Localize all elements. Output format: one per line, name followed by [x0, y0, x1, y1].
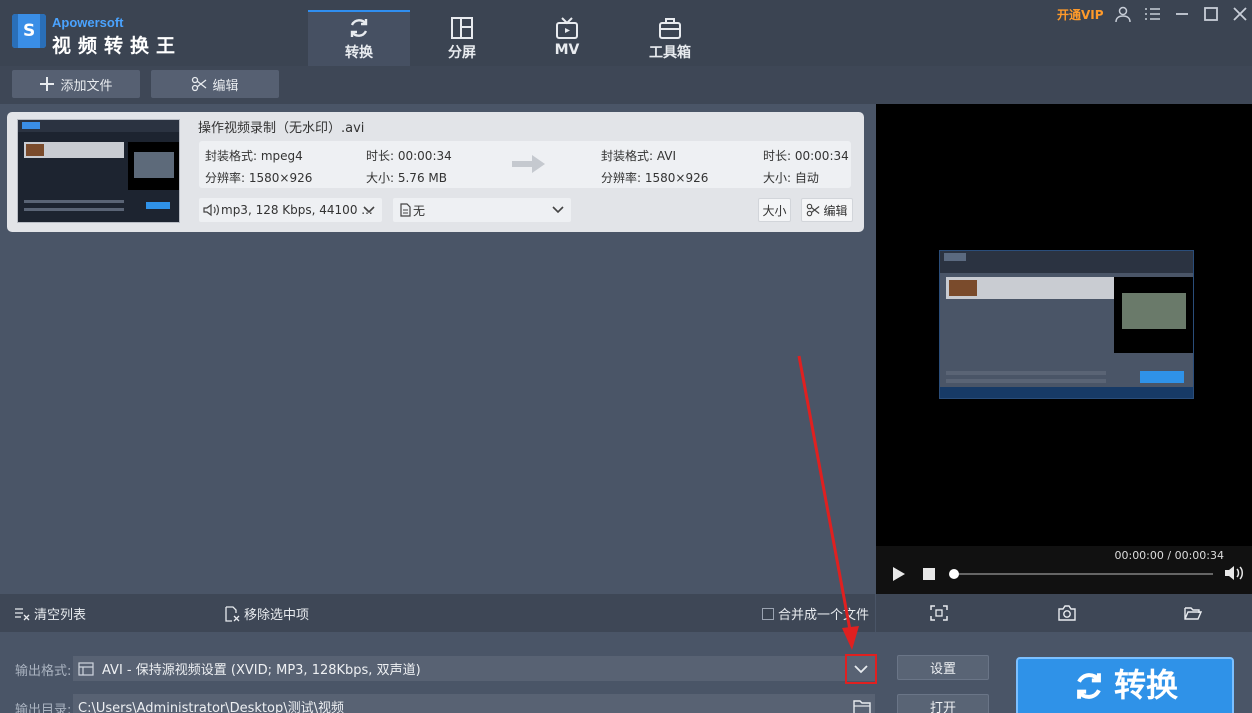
- source-duration: 时长: 00:00:34: [366, 149, 452, 163]
- clear-list-icon: [15, 607, 30, 620]
- toolbox-icon: [659, 18, 681, 39]
- tab-split-screen[interactable]: 分屏: [411, 10, 513, 66]
- open-folder-button[interactable]: 打开: [897, 694, 989, 713]
- toolbar: 添加文件 编辑: [0, 66, 1252, 104]
- clear-list-label: 清空列表: [34, 608, 87, 623]
- output-dir-value: C:\Users\Administrator\Desktop\测试\视频: [78, 701, 344, 713]
- document-icon: [400, 203, 411, 217]
- file-info-box: 封装格式: mpeg4 时长: 00:00:34 分辨率: 1580×926 大…: [199, 141, 851, 188]
- maximize-icon[interactable]: [1202, 5, 1220, 23]
- settings-label: 设置: [929, 662, 956, 677]
- minimize-icon[interactable]: [1173, 5, 1191, 23]
- subtitle-dropdown[interactable]: 无: [393, 198, 571, 222]
- remove-selected-button[interactable]: 移除选中项: [224, 604, 309, 623]
- tab-convert[interactable]: 转换: [308, 10, 410, 66]
- progress-handle[interactable]: [949, 569, 959, 579]
- target-duration: 时长: 00:00:34: [763, 149, 849, 163]
- file-list: 操作视频录制（无水印）.avi 封装格式: mpeg4 时长: 00:00:34…: [0, 104, 875, 594]
- subtitle-value: 无: [413, 203, 426, 218]
- target-resolution: 分辨率: 1580×926: [601, 171, 709, 185]
- preview-action-bar: [876, 594, 1252, 632]
- highlight-box: [845, 654, 877, 684]
- player-controls: 00:00:00 / 00:00:34: [876, 546, 1252, 594]
- source-container: 封装格式: mpeg4: [205, 149, 303, 163]
- scissors-icon: [807, 203, 820, 217]
- file-edit-label: 编辑: [823, 203, 848, 218]
- merge-checkbox-box[interactable]: [762, 607, 774, 620]
- tab-label: 工具箱: [649, 45, 691, 61]
- clear-list-button[interactable]: 清空列表: [14, 604, 86, 623]
- output-dir-field[interactable]: C:\Users\Administrator\Desktop\测试\视频: [73, 694, 875, 713]
- split-screen-icon: [451, 17, 473, 39]
- edit-label: 编辑: [212, 78, 239, 94]
- format-icon: [78, 661, 94, 676]
- file-edit-button[interactable]: 编辑: [801, 198, 853, 222]
- tab-label: 转换: [345, 45, 373, 61]
- size-button-label: 大小: [762, 203, 787, 218]
- chevron-down-icon: [552, 206, 564, 214]
- volume-icon[interactable]: [1224, 565, 1244, 581]
- vip-link[interactable]: 开通VIP: [1057, 6, 1104, 23]
- tv-icon: [556, 17, 578, 39]
- convert-button[interactable]: 转换: [1016, 657, 1234, 713]
- output-format-value: AVI - 保持源视频设置 (XVID; MP3, 128Kbps, 双声道): [102, 663, 421, 678]
- target-container: 封装格式: AVI: [601, 149, 677, 163]
- output-format-select[interactable]: AVI - 保持源视频设置 (XVID; MP3, 128Kbps, 双声道): [73, 656, 875, 681]
- brand-name-cn: 视频转换王: [52, 35, 183, 57]
- file-name: 操作视频录制（无水印）.avi: [198, 121, 365, 136]
- tab-mv[interactable]: MV: [516, 10, 618, 66]
- open-label: 打开: [929, 701, 956, 713]
- convert-label: 转换: [1113, 666, 1178, 704]
- audio-track-dropdown[interactable]: mp3, 128 Kbps, 44100 ...: [199, 198, 382, 222]
- refresh-icon: [350, 19, 368, 37]
- edit-button[interactable]: 编辑: [151, 70, 279, 98]
- scissors-icon: [192, 76, 207, 92]
- plus-icon: [40, 77, 55, 91]
- list-action-bar: 清空列表 移除选中项 合并成一个文件: [0, 594, 875, 632]
- fullscreen-icon[interactable]: [930, 605, 948, 621]
- speaker-icon: [203, 203, 219, 217]
- folder-open-icon[interactable]: [1184, 605, 1202, 621]
- file-card[interactable]: 操作视频录制（无水印）.avi 封装格式: mpeg4 时长: 00:00:34…: [7, 112, 864, 232]
- add-file-label: 添加文件: [60, 78, 113, 94]
- settings-button[interactable]: 设置: [897, 655, 989, 680]
- app-logo-icon: S: [12, 14, 46, 48]
- camera-icon[interactable]: [1058, 605, 1076, 621]
- play-icon[interactable]: [892, 566, 906, 582]
- source-size: 大小: 5.76 MB: [366, 171, 447, 185]
- output-format-label: 输出格式:: [15, 664, 72, 679]
- size-button[interactable]: 大小: [758, 198, 791, 222]
- close-icon[interactable]: [1231, 5, 1249, 23]
- brand-name-en: Apowersoft: [52, 15, 124, 30]
- audio-track-value: mp3, 128 Kbps, 44100 ...: [221, 203, 373, 217]
- arrow-right-icon: [512, 155, 545, 173]
- title-bar: S Apowersoft 视频转换王 转换 分屏 MV 工具箱 开通VIP: [0, 0, 1252, 66]
- merge-label: 合并成一个文件: [778, 608, 870, 623]
- remove-selected-label: 移除选中项: [244, 608, 310, 623]
- stop-icon[interactable]: [922, 567, 936, 581]
- refresh-icon: [1077, 673, 1101, 699]
- tab-toolbox[interactable]: 工具箱: [619, 10, 721, 66]
- tab-label: MV: [554, 42, 580, 58]
- remove-file-icon: [225, 605, 240, 622]
- target-size: 大小: 自动: [763, 171, 819, 185]
- add-file-button[interactable]: 添加文件: [12, 70, 140, 98]
- menu-icon[interactable]: [1143, 5, 1161, 23]
- preview-panel: [876, 104, 1252, 594]
- merge-files-checkbox[interactable]: 合并成一个文件: [762, 604, 869, 623]
- preview-frame: [939, 250, 1194, 399]
- source-resolution: 分辨率: 1580×926: [205, 171, 313, 185]
- user-icon[interactable]: [1114, 5, 1132, 23]
- output-dir-label: 输出目录:: [15, 703, 72, 713]
- video-thumbnail: [17, 119, 180, 223]
- chevron-down-icon: [363, 206, 375, 214]
- playback-time: 00:00:00 / 00:00:34: [1114, 549, 1224, 562]
- folder-icon[interactable]: [853, 699, 871, 713]
- progress-track[interactable]: [953, 573, 1213, 575]
- tab-label: 分屏: [448, 45, 476, 61]
